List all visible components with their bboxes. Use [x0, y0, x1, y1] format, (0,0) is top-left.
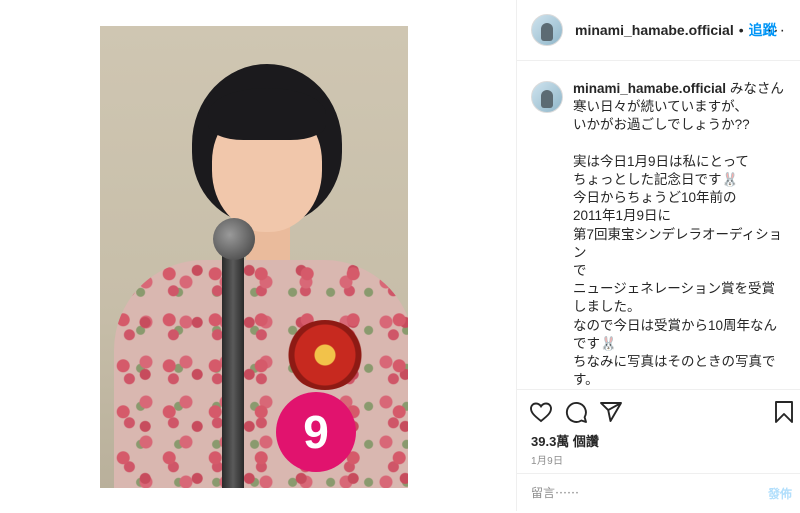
caption: minami_hamabe.official みなさん寒い日々が続いていますが、…	[573, 80, 785, 389]
photo-floral-blouse	[114, 260, 408, 488]
comment-icon[interactable]	[564, 400, 588, 424]
more-options-icon[interactable]: ···	[767, 22, 786, 40]
photo-microphone-stand	[222, 254, 244, 488]
comment-input[interactable]	[531, 483, 731, 503]
post-photo: 9	[100, 26, 408, 488]
instagram-post: 9 minami_hamabe.official • 追蹤 ··· minami…	[0, 0, 800, 511]
caption-avatar[interactable]	[531, 81, 563, 113]
avatar[interactable]	[531, 14, 563, 46]
post-date[interactable]: 1月9日	[531, 452, 563, 467]
caption-username[interactable]: minami_hamabe.official	[573, 81, 726, 96]
photo-microphone	[213, 218, 255, 260]
heart-icon[interactable]	[529, 400, 553, 424]
photo-fringe	[208, 88, 326, 140]
like-count[interactable]: 39.3萬 個讚	[531, 431, 599, 450]
post-sidebar: minami_hamabe.official • 追蹤 ··· minami_h…	[517, 0, 800, 511]
bookmark-icon[interactable]	[773, 400, 795, 424]
header-username[interactable]: minami_hamabe.official	[575, 22, 734, 38]
caption-area[interactable]: minami_hamabe.official みなさん寒い日々が続いていますが、…	[517, 61, 800, 389]
post-comment-button[interactable]: 發佈	[768, 485, 792, 502]
photo-corsage	[286, 320, 364, 390]
post-media[interactable]: 9	[0, 0, 517, 511]
header-separator: •	[738, 22, 744, 38]
photo-number-badge: 9	[276, 392, 356, 472]
comment-bar: 發佈	[517, 473, 800, 513]
badge-number: 9	[303, 406, 329, 458]
caption-body: みなさん寒い日々が続いていますが、 いかがお過ごしでしょうか?? 実は今日1月9…	[573, 81, 784, 388]
post-header: minami_hamabe.official • 追蹤 ···	[517, 0, 800, 61]
paper-plane-icon[interactable]	[599, 400, 623, 424]
post-actions: 39.3萬 個讚 1月9日 發佈	[517, 389, 800, 512]
